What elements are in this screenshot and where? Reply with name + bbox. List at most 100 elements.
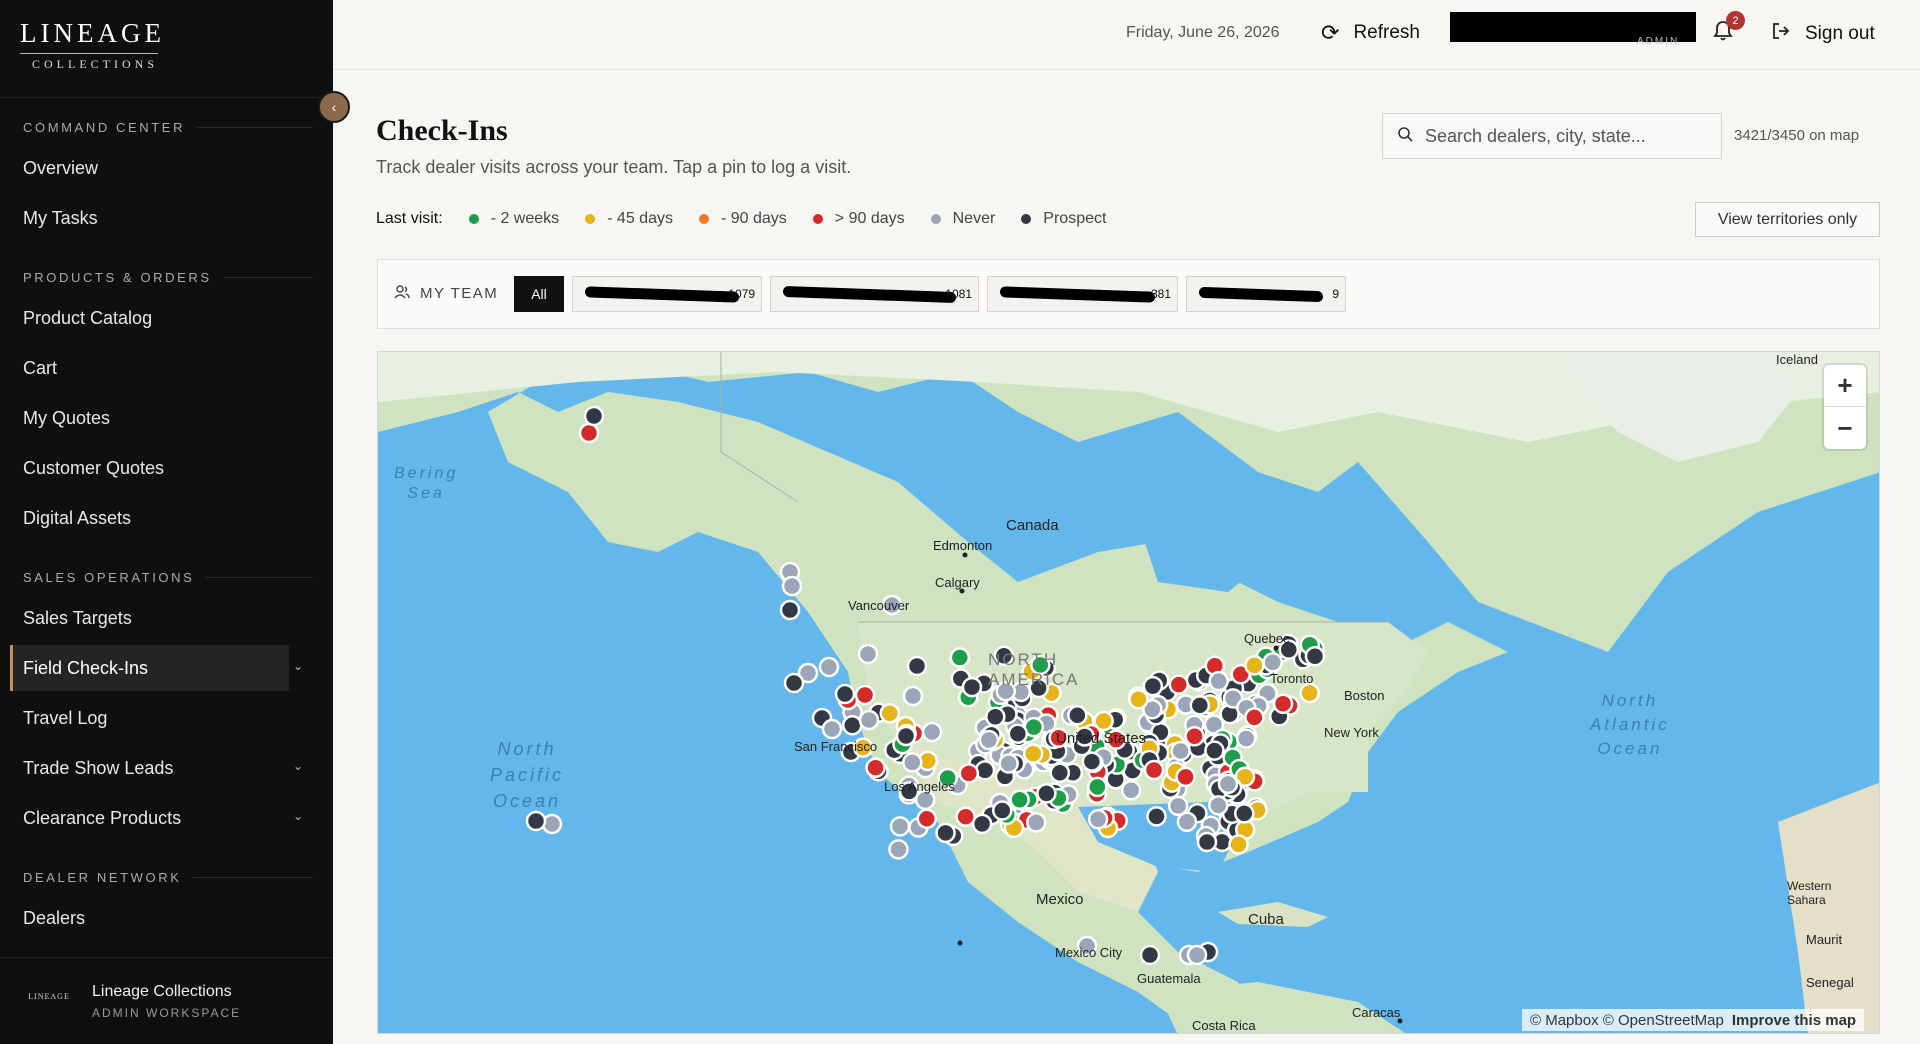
refresh-button[interactable]: ⟳ Refresh	[1321, 20, 1420, 46]
dealer-pin[interactable]	[879, 703, 901, 724]
dealer-pin[interactable]	[1146, 806, 1167, 827]
dealer-pin[interactable]	[821, 718, 843, 740]
team-chip-all[interactable]: All	[514, 276, 564, 312]
dealer-pin[interactable]	[1167, 795, 1189, 817]
dealer-pin[interactable]	[1262, 652, 1283, 673]
dealer-pin[interactable]	[916, 808, 938, 829]
dealer-pin[interactable]	[1139, 944, 1161, 966]
dealer-pin[interactable]	[1067, 705, 1088, 726]
dealer-pin[interactable]	[525, 810, 547, 832]
dealer-pin[interactable]	[961, 676, 983, 698]
dealer-pin[interactable]	[949, 647, 971, 668]
zoom-in-button[interactable]: +	[1824, 365, 1866, 407]
dealer-pin[interactable]	[1204, 740, 1225, 761]
sidebar-item-cart[interactable]: Cart	[10, 345, 289, 391]
team-chip-member[interactable]: 9	[1186, 276, 1346, 312]
dealer-pin[interactable]	[1244, 655, 1265, 676]
dealer-pin[interactable]	[1007, 723, 1029, 744]
dealer-pin[interactable]	[1196, 831, 1218, 853]
dealer-pin[interactable]	[1184, 726, 1205, 747]
dealer-pin[interactable]	[779, 599, 801, 621]
sidebar-item-sales-targets[interactable]: Sales Targets	[10, 595, 289, 641]
brand-logo[interactable]: LINEAGE COLLECTIONS	[20, 18, 161, 72]
sidebar-item-digital-assets[interactable]: Digital Assets	[10, 495, 289, 541]
dealer-pin[interactable]	[1228, 834, 1249, 855]
dealer-pin[interactable]	[1022, 743, 1044, 764]
sidebar-item-clearance-products[interactable]: Clearance Products ⌄	[10, 795, 303, 841]
sidebar-item-travel-log[interactable]: Travel Log	[10, 695, 289, 741]
dealer-pin[interactable]	[783, 672, 805, 694]
dealer-pin[interactable]	[1244, 707, 1265, 728]
dealer-pin[interactable]	[1009, 789, 1030, 810]
dealer-pin[interactable]	[858, 709, 880, 731]
dealer-pin[interactable]	[1036, 783, 1057, 804]
team-chip-member[interactable]: 381	[987, 276, 1178, 312]
dealer-pin[interactable]	[992, 800, 1013, 821]
dealer-map[interactable]: Canada Edmonton Calgary Vancouver NORTH …	[377, 351, 1880, 1034]
dealer-pin[interactable]	[978, 729, 1000, 751]
dealer-pin[interactable]	[902, 685, 924, 707]
dealer-pin[interactable]	[1304, 645, 1326, 667]
dealer-pin[interactable]	[1217, 773, 1239, 795]
dealer-pin[interactable]	[998, 753, 1019, 774]
dealer-pin[interactable]	[921, 721, 943, 743]
dealer-pin[interactable]	[902, 752, 923, 773]
dealer-pin[interactable]	[854, 684, 876, 706]
collapse-sidebar-button[interactable]: ‹	[318, 91, 350, 123]
dealer-pin[interactable]	[1299, 682, 1320, 704]
dealer-pin[interactable]	[857, 643, 879, 665]
team-chip-member[interactable]: 1081	[770, 276, 979, 312]
dealer-pin[interactable]	[818, 656, 840, 678]
dealer-pin[interactable]	[985, 706, 1006, 727]
dealer-pin[interactable]	[865, 757, 886, 778]
dealer-pin[interactable]	[1087, 809, 1109, 830]
sidebar-item-customer-quotes[interactable]: Customer Quotes	[10, 445, 289, 491]
dealer-pin[interactable]	[583, 405, 605, 427]
dealer-pin[interactable]	[578, 422, 600, 444]
dealer-pin[interactable]	[1087, 776, 1108, 798]
view-territories-button[interactable]: View territories only	[1695, 202, 1880, 237]
dealer-pin[interactable]	[842, 715, 863, 736]
dealer-pin[interactable]	[1170, 740, 1191, 762]
team-chip-member[interactable]: 1079	[572, 276, 762, 312]
sidebar-item-my-quotes[interactable]: My Quotes	[10, 395, 289, 441]
dealer-pin[interactable]	[1189, 695, 1211, 716]
sidebar-item-my-tasks[interactable]: My Tasks	[10, 195, 289, 241]
dealer-pin[interactable]	[1049, 762, 1071, 783]
dealer-pin[interactable]	[955, 806, 976, 827]
dealer-pin[interactable]	[1233, 803, 1255, 824]
sign-out-button[interactable]: Sign out	[1771, 21, 1875, 47]
dealer-pin[interactable]	[1025, 812, 1047, 833]
dealer-pin[interactable]	[1143, 759, 1165, 781]
dealer-pin[interactable]	[974, 760, 996, 781]
sidebar-item-trade-show-leads[interactable]: Trade Show Leads ⌄	[10, 745, 303, 791]
dealer-pin[interactable]	[1235, 728, 1257, 749]
dealer-pin[interactable]	[834, 683, 856, 705]
zoom-out-button[interactable]: −	[1824, 407, 1866, 449]
dealer-pin[interactable]	[781, 575, 803, 597]
dealer-pin[interactable]	[1186, 944, 1208, 966]
dealer-pin[interactable]	[889, 816, 911, 837]
dealer-pin[interactable]	[958, 763, 980, 784]
dealer-pin[interactable]	[1272, 693, 1294, 715]
chevron-down-icon[interactable]: ⌄	[293, 809, 303, 823]
chevron-down-icon[interactable]: ⌄	[293, 659, 303, 673]
dealer-pin[interactable]	[1208, 670, 1229, 692]
sidebar-item-field-check-ins[interactable]: Field Check-Ins ⌄	[10, 645, 303, 691]
dealer-pin[interactable]	[888, 839, 909, 860]
improve-map-link[interactable]: Improve this map	[1732, 1012, 1856, 1029]
dealer-pin[interactable]	[1175, 766, 1196, 788]
sidebar-item-product-catalog[interactable]: Product Catalog	[10, 295, 289, 341]
chevron-down-icon[interactable]: ⌄	[293, 759, 303, 773]
search-input[interactable]	[1425, 125, 1705, 147]
dealer-pin[interactable]	[1120, 780, 1142, 801]
dealer-pin[interactable]	[1128, 689, 1149, 710]
dealer-pin[interactable]	[1081, 751, 1103, 772]
dealer-pin[interactable]	[935, 822, 956, 844]
dealer-pin[interactable]	[1208, 795, 1229, 816]
dealer-pin[interactable]	[906, 655, 928, 677]
sidebar-item-dealers[interactable]: Dealers	[10, 895, 289, 941]
sidebar-item-overview[interactable]: Overview	[10, 145, 289, 191]
dealer-pin[interactable]	[1168, 674, 1190, 695]
dealer-pin[interactable]	[895, 725, 917, 747]
